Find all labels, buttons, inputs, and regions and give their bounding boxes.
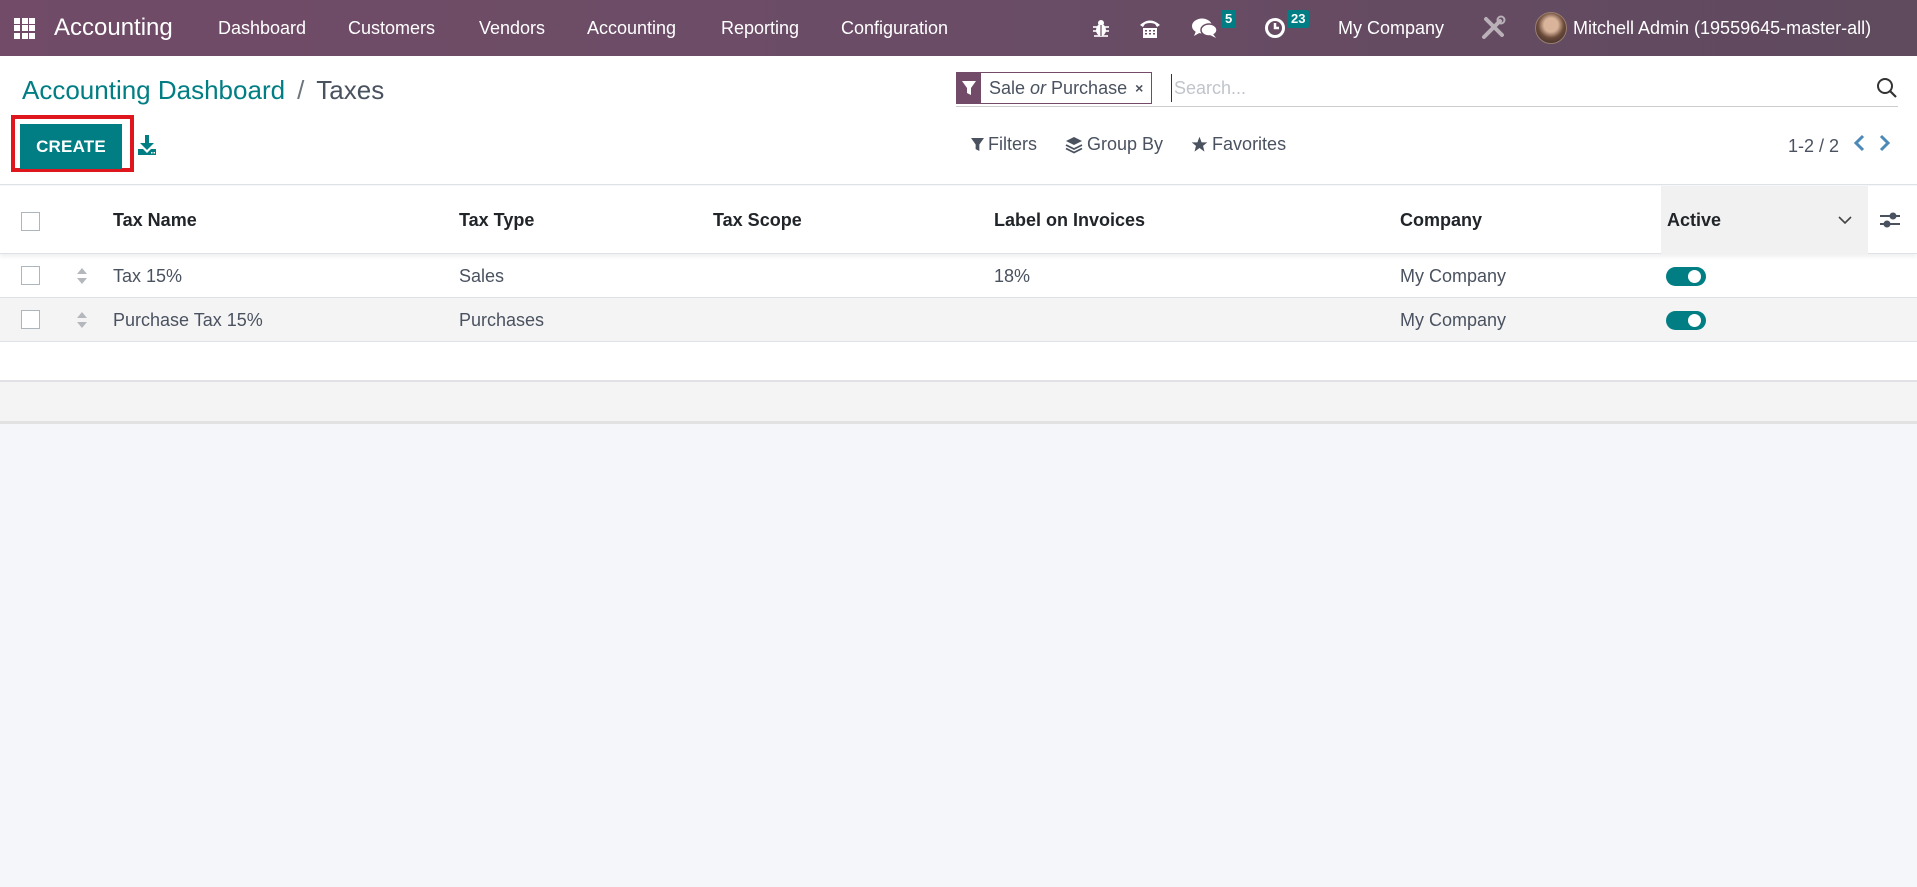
optional-columns-toggle[interactable]	[1878, 208, 1902, 232]
active-toggle[interactable]	[1666, 267, 1706, 286]
table-row[interactable]: Purchase Tax 15% Purchases My Company	[0, 298, 1917, 342]
phone-icon	[1140, 20, 1160, 38]
chevron-right-icon	[1879, 134, 1891, 152]
breadcrumb-accounting-dashboard[interactable]: Accounting Dashboard	[22, 75, 285, 106]
active-toggle[interactable]	[1666, 311, 1706, 330]
search-input[interactable]	[1171, 74, 1811, 102]
company-switcher[interactable]: My Company	[1338, 0, 1444, 56]
column-header-active-label: Active	[1667, 209, 1722, 230]
cell-tax-name: Purchase Tax 15%	[113, 309, 263, 330]
pager-value[interactable]: 1-2 / 2	[1788, 136, 1839, 157]
sliders-icon	[1880, 212, 1900, 228]
facet-remove-icon[interactable]: ×	[1135, 73, 1151, 103]
tools-icon	[1482, 15, 1506, 39]
empty-row	[0, 342, 1917, 382]
create-button[interactable]: CREATE	[20, 124, 122, 169]
apps-menu-button[interactable]	[14, 0, 36, 56]
voip-button[interactable]	[1138, 0, 1162, 56]
chevron-down-icon	[1838, 216, 1852, 225]
pager: 1-2 / 2	[1788, 134, 1891, 158]
facet-joiner: or	[1030, 77, 1047, 98]
favorites-label: Favorites	[1212, 134, 1287, 154]
group-by-label: Group By	[1087, 134, 1164, 154]
column-header-tax-scope[interactable]: Tax Scope	[713, 186, 802, 254]
messages-count-badge: 5	[1221, 10, 1237, 28]
drag-handle-icon[interactable]	[76, 311, 88, 329]
download-button[interactable]	[137, 134, 157, 156]
menu-reporting[interactable]: Reporting	[721, 0, 799, 56]
cell-label-on-invoices: 18%	[994, 265, 1031, 286]
menu-configuration[interactable]: Configuration	[841, 0, 948, 56]
user-name: Mitchell Admin (19559645-master-all)	[1573, 17, 1872, 38]
facet-value-sale: Sale	[989, 77, 1026, 98]
column-header-tax-type[interactable]: Tax Type	[459, 186, 534, 254]
clock-icon	[1265, 18, 1285, 38]
search-button[interactable]	[1876, 77, 1898, 99]
user-menu[interactable]: Mitchell Admin (19559645-master-all)	[1535, 0, 1871, 56]
filter-icon	[971, 138, 984, 151]
bug-icon	[1093, 20, 1109, 37]
column-header-label-on-invoices[interactable]: Label on Invoices	[994, 186, 1145, 254]
filter-icon	[962, 81, 976, 95]
activities-count-badge: 23	[1287, 10, 1310, 28]
apps-grid-icon	[14, 17, 35, 39]
facet-value-purchase: Purchase	[1051, 77, 1128, 98]
debug-button[interactable]	[1092, 0, 1110, 56]
select-all-checkbox[interactable]	[21, 212, 40, 231]
taxes-list: Tax Name Tax Type Tax Scope Label on Inv…	[0, 186, 1917, 424]
table-row[interactable]: Tax 15% Sales 18% My Company	[0, 254, 1917, 298]
cell-company: My Company	[1400, 309, 1507, 330]
filters-label: Filters	[988, 134, 1037, 154]
messages-button[interactable]: 5	[1192, 0, 1237, 56]
search-bar: Sale or Purchase ×	[956, 72, 1898, 107]
activities-button[interactable]: 23	[1264, 0, 1310, 56]
table-header: Tax Name Tax Type Tax Scope Label on Inv…	[0, 186, 1917, 254]
drag-handle-icon[interactable]	[76, 267, 88, 285]
search-icon	[1877, 78, 1897, 98]
menu-vendors[interactable]: Vendors	[479, 0, 545, 56]
chat-icon	[1192, 18, 1218, 38]
cell-tax-type: Sales	[459, 265, 505, 286]
settings-tools-button[interactable]	[1480, 0, 1506, 56]
breadcrumb: Accounting Dashboard / Taxes	[22, 75, 384, 106]
column-header-company[interactable]: Company	[1400, 186, 1482, 254]
group-by-dropdown[interactable]: Group By	[1065, 134, 1163, 155]
column-header-active[interactable]: Active	[1661, 186, 1868, 254]
menu-accounting[interactable]: Accounting	[587, 0, 676, 56]
control-panel: Accounting Dashboard / Taxes CREATE Sale…	[0, 56, 1917, 185]
breadcrumb-separator: /	[297, 75, 305, 105]
table-footer	[0, 382, 1917, 424]
menu-dashboard[interactable]: Dashboard	[218, 0, 306, 56]
pager-previous-button[interactable]	[1853, 134, 1865, 158]
star-icon	[1191, 136, 1208, 152]
pager-next-button[interactable]	[1879, 134, 1891, 158]
column-header-tax-name[interactable]: Tax Name	[113, 186, 197, 254]
layers-icon	[1065, 136, 1083, 154]
avatar	[1535, 12, 1567, 44]
search-options: Filters Group By Favorites	[971, 134, 1286, 155]
cell-company: My Company	[1400, 265, 1507, 286]
download-icon	[138, 135, 156, 155]
favorites-dropdown[interactable]: Favorites	[1191, 134, 1286, 155]
cell-tax-name: Tax 15%	[113, 265, 183, 286]
top-navbar: Accounting Dashboard Customers Vendors A…	[0, 0, 1917, 56]
menu-customers[interactable]: Customers	[348, 0, 435, 56]
cell-tax-type: Purchases	[459, 309, 545, 330]
app-name[interactable]: Accounting	[54, 0, 173, 56]
row-checkbox[interactable]	[21, 310, 40, 329]
chevron-left-icon	[1853, 134, 1865, 152]
search-facet-sale-or-purchase[interactable]: Sale or Purchase ×	[956, 72, 1153, 104]
breadcrumb-current: Taxes	[316, 75, 385, 105]
row-checkbox[interactable]	[21, 266, 40, 285]
filters-dropdown[interactable]: Filters	[971, 134, 1037, 155]
